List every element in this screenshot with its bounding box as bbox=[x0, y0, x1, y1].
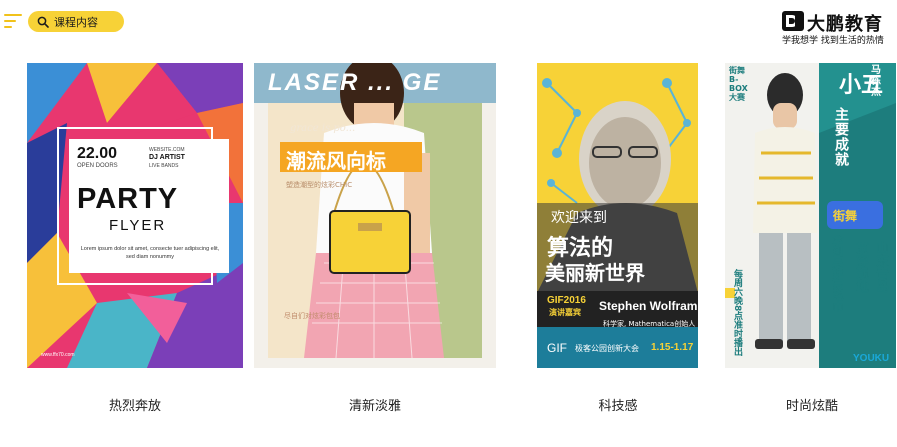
sci-headline-2: 美丽新世界 bbox=[545, 261, 645, 285]
show-poster-art: 街舞 bbox=[725, 63, 896, 368]
svg-text:街舞: 街舞 bbox=[832, 208, 857, 223]
sci-guest-label: 演讲嘉宾 bbox=[549, 308, 581, 317]
party-website: WEBSITE.COM bbox=[149, 147, 185, 153]
fashion-script: grace is po... bbox=[290, 123, 356, 134]
course-content-label: 课程内容 bbox=[54, 15, 98, 29]
dp-logo-icon bbox=[782, 11, 804, 31]
search-icon bbox=[37, 16, 49, 28]
show-schedule: 每周六晚8点准时播出 bbox=[732, 269, 742, 357]
fashion-photo bbox=[254, 63, 496, 368]
party-subtitle: FLYER bbox=[109, 217, 167, 234]
show-name-small: 马栋杰 bbox=[871, 65, 881, 98]
poster-card-fashion[interactable]: LASER ... GE grace is po... 潮流风向标 塑造潮型的炫… bbox=[254, 63, 496, 368]
show-corner-label: 街舞 B-BOX 大赛 bbox=[729, 66, 748, 102]
brand-logo: 大鹏教育 学我想学 找到生活的热情 bbox=[782, 10, 894, 46]
caption-party: 热烈奔放 bbox=[108, 399, 161, 414]
sci-speaker-role: 科学家, Mathematica创始人 bbox=[603, 320, 696, 328]
sci-event-logo: GIF bbox=[547, 341, 567, 355]
fashion-subtitle: 塑造潮型的炫彩CHIC bbox=[286, 181, 353, 189]
caption-fashion: 清新淡雅 bbox=[348, 399, 401, 414]
party-doors: OPEN DOORS bbox=[77, 163, 118, 169]
sci-event-name: 极客公园创新大会 bbox=[575, 344, 639, 353]
sci-gif-label: GIF2016 bbox=[547, 295, 586, 306]
poster-card-science[interactable]: 欢迎来到 算法的 美丽新世界 GIF2016 演讲嘉宾 Stephen Wolf… bbox=[537, 63, 698, 368]
show-location-b: 山东青岛 bbox=[873, 241, 888, 293]
poster-card-party[interactable]: 22.00 OPEN DOORS WEBSITE.COM DJ ARTIST L… bbox=[27, 63, 243, 368]
poster-card-show[interactable]: 街舞 街舞 B-BOX 大赛 小五 马栋杰 主要成就 拿到吴建豪毛巾 贯穿现地 … bbox=[725, 63, 896, 368]
youku-logo: YOUKU bbox=[853, 353, 890, 364]
course-content-button[interactable]: 课程内容 bbox=[28, 11, 124, 32]
show-achievements: 主要成就 bbox=[833, 107, 849, 167]
brand-slogan: 学我想学 找到生活的热情 bbox=[782, 36, 884, 46]
sci-welcome: 欢迎来到 bbox=[551, 210, 607, 226]
party-bands: LIVE BANDS bbox=[149, 163, 179, 169]
party-artist: DJ ARTIST bbox=[149, 154, 185, 161]
party-time: 22.00 bbox=[77, 145, 118, 162]
party-body-text: Lorem ipsum dolor sit amet, consecte tue… bbox=[80, 246, 220, 260]
menu-icon[interactable] bbox=[4, 14, 22, 30]
fashion-header: LASER ... GE bbox=[268, 69, 442, 96]
show-towel: 拿到吴建豪毛巾 bbox=[831, 235, 844, 312]
sci-event-date: 1.15-1.17 bbox=[651, 342, 694, 353]
party-title: PARTY bbox=[77, 183, 179, 215]
sci-speaker-name: Stephen Wolfram bbox=[599, 299, 698, 313]
party-url: www.ffx70.com bbox=[41, 352, 75, 358]
fashion-bottom-text: 尽自们对炫彩包包 bbox=[284, 312, 340, 320]
caption-show: 时尚炫酷 bbox=[785, 399, 838, 414]
fashion-banner-text: 潮流风向标 bbox=[286, 149, 386, 173]
show-location-a: 贯穿现地 bbox=[853, 241, 868, 293]
caption-science: 科技感 bbox=[598, 399, 638, 414]
